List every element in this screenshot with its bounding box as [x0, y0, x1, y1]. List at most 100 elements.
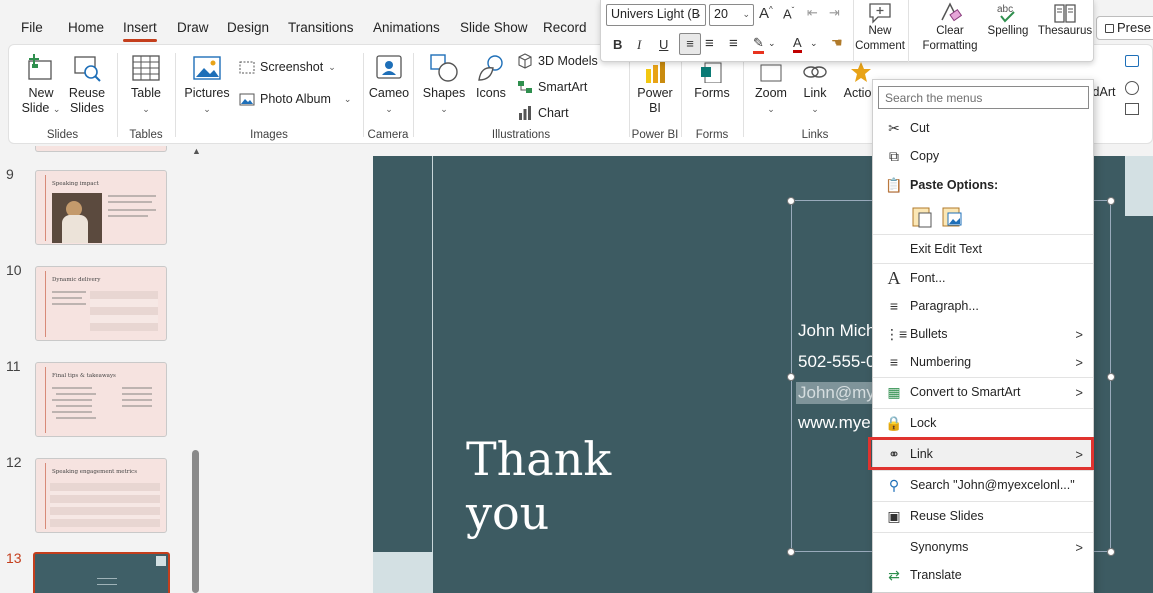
menu-item-copy[interactable]: ⧉ Copy [873, 142, 1093, 170]
tab-insert[interactable]: Insert [123, 20, 157, 42]
highlight-color-icon[interactable]: ✎ [753, 35, 764, 54]
forms-button[interactable]: Forms [691, 61, 733, 101]
slide-corner-accent [373, 552, 433, 593]
tab-animations[interactable]: Animations [373, 20, 440, 35]
resize-handle[interactable] [787, 548, 795, 556]
paste-picture-button[interactable] [941, 204, 963, 228]
menu-item-lock[interactable]: 🔒 Lock [873, 409, 1093, 437]
3d-models-button[interactable]: 3D Models [517, 53, 598, 69]
slide-thumbnail-9[interactable]: Speaking impact [35, 170, 167, 245]
pictures-button[interactable]: Pictures ⌄ [181, 53, 233, 117]
slide-thumbnail-13[interactable] [33, 552, 170, 593]
table-button[interactable]: Table ⌄ [124, 53, 168, 117]
powerbi-button[interactable]: Power BI [635, 61, 675, 116]
slide-thumbnail-11[interactable]: Final tips & takeaways [35, 362, 167, 437]
slide-thumbnail-12[interactable]: Speaking engagement metrics [35, 458, 167, 533]
tab-record[interactable]: Record [543, 20, 587, 35]
thesaurus-button[interactable]: Thesaurus [1037, 2, 1093, 39]
underline-icon[interactable]: U [659, 37, 668, 52]
menu-item-convert-smartart[interactable]: ▦ Convert to SmartArt > [873, 378, 1093, 406]
grow-font-icon[interactable]: A^ [759, 5, 773, 22]
paste-keep-formatting-icon [912, 207, 932, 228]
scroll-up-icon[interactable]: ▲ [192, 146, 201, 156]
context-search-input[interactable]: Search the menus [878, 86, 1089, 109]
tab-slide-show[interactable]: Slide Show [460, 20, 528, 35]
cameo-button[interactable]: Cameo ⌄ [367, 53, 411, 117]
present-button[interactable]: Prese [1096, 16, 1153, 40]
format-painter-icon[interactable]: ☚ [831, 35, 843, 51]
chevron-down-icon[interactable]: ⌄ [810, 38, 818, 49]
resize-handle[interactable] [1107, 197, 1115, 205]
contact-website[interactable]: www.mye [798, 413, 871, 433]
bold-icon[interactable]: B [613, 37, 622, 52]
menu-item-label: Exit Edit Text [910, 242, 983, 256]
font-color-icon[interactable]: A [793, 35, 802, 53]
shapes-button[interactable]: Shapes ⌄ [419, 53, 469, 117]
resize-handle[interactable] [1107, 373, 1115, 381]
slide-thumbnail-10[interactable]: Dynamic delivery [35, 266, 167, 341]
spelling-button[interactable]: abc Spelling [983, 2, 1033, 39]
resize-handle[interactable] [787, 373, 795, 381]
paste-keep-source-button[interactable] [911, 204, 933, 228]
date-time-icon[interactable] [1125, 55, 1139, 67]
clear-formatting-button[interactable]: Clear Formatting [917, 2, 983, 54]
align-left-icon[interactable]: ≡ [679, 33, 701, 55]
menu-item-reuse-slides[interactable]: ▣ Reuse Slides [873, 502, 1093, 530]
resize-handle[interactable] [1107, 548, 1115, 556]
ribbon-divider [743, 53, 744, 137]
photo-album-button[interactable]: Photo Album ⌄ [239, 91, 351, 107]
search-icon: ⚲ [888, 476, 900, 493]
smartart-button[interactable]: SmartArt [517, 79, 587, 95]
chevron-down-icon[interactable]: ⌄ [768, 38, 776, 49]
contact-phone[interactable]: 502-555-0 [798, 352, 876, 372]
resize-handle[interactable] [787, 197, 795, 205]
screenshot-button[interactable]: Screenshot ⌄ [239, 59, 336, 75]
align-center-icon[interactable]: ≡ [705, 35, 714, 52]
link-ribbon-button[interactable]: Link ⌄ [795, 61, 835, 117]
tab-transitions[interactable]: Transitions [288, 20, 354, 35]
italic-icon[interactable]: I [637, 37, 641, 53]
menu-item-synonyms[interactable]: Synonyms > [873, 533, 1093, 561]
menu-item-bullets[interactable]: ⋮≡ Bullets > [873, 320, 1093, 348]
tab-design[interactable]: Design [227, 20, 269, 35]
slide-number-icon[interactable] [1125, 81, 1139, 95]
reuse-slides-button[interactable]: Reuse Slides [65, 53, 109, 116]
chart-button[interactable]: Chart [517, 105, 569, 121]
menu-item-cut[interactable]: ✂ Cut [873, 114, 1093, 142]
thumb-text-line [108, 215, 148, 217]
increase-indent-icon[interactable]: ⇥ [829, 5, 840, 21]
contact-email-selected[interactable]: John@my [796, 382, 877, 404]
group-illustrations: Shapes ⌄ Icons 3D Models SmartArt Chart I… [415, 45, 627, 145]
tab-draw[interactable]: Draw [177, 20, 209, 35]
zoom-button[interactable]: Zoom ⌄ [749, 61, 793, 117]
group-label-slides: Slides [46, 129, 79, 141]
font-name-box[interactable]: Univers Light (B ⌄ [606, 4, 706, 26]
thumb-text-line [108, 201, 152, 203]
tab-file[interactable]: File [21, 20, 43, 35]
menu-item-font[interactable]: A Font... [873, 264, 1093, 292]
thumbnail-scroll-thumb[interactable] [192, 450, 199, 593]
decrease-indent-icon[interactable]: ⇤ [807, 5, 818, 21]
menu-item-translate[interactable]: ⇄ Translate [873, 561, 1093, 589]
new-comment-button[interactable]: New Comment [855, 2, 905, 54]
thank-you-title[interactable]: Thank you [466, 432, 611, 540]
menu-item-numbering[interactable]: ≡ Numbering > [873, 348, 1093, 376]
menu-item-paragraph[interactable]: ≡ Paragraph... [873, 292, 1093, 320]
icons-button[interactable]: Icons [471, 53, 511, 101]
menu-item-exit-edit-text[interactable]: Exit Edit Text [873, 235, 1093, 263]
scissors-icon: ✂ [888, 119, 900, 136]
font-size-box[interactable]: 20 ⌄ [709, 4, 754, 26]
new-slide-button[interactable]: New Slide ⌄ [17, 53, 65, 117]
slide-corner-accent [1125, 156, 1153, 216]
object-icon[interactable] [1125, 103, 1139, 115]
contact-name[interactable]: John Mich [798, 321, 875, 341]
tab-home[interactable]: Home [68, 20, 104, 35]
zoom-icon [760, 64, 782, 82]
shrink-font-icon[interactable]: Aˇ [783, 6, 794, 21]
cameo-icon [376, 55, 402, 79]
align-right-icon[interactable]: ≡ [729, 35, 738, 52]
slide-thumbnail-8[interactable] [35, 146, 167, 152]
menu-item-label: Convert to SmartArt [910, 385, 1021, 399]
spelling-label: Spelling [987, 25, 1029, 37]
menu-item-search[interactable]: ⚲ Search "John@myexcelonl..." [873, 471, 1093, 499]
